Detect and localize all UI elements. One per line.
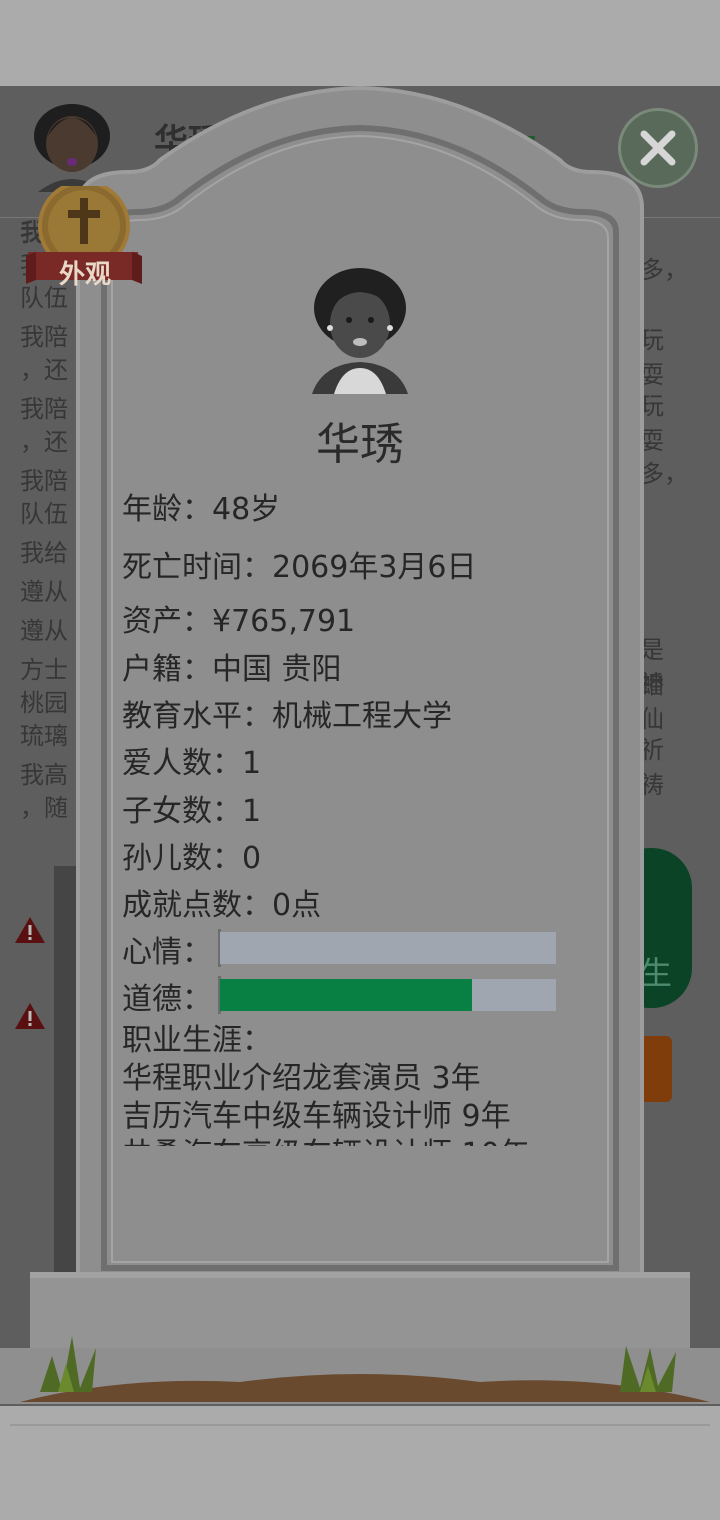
death-time-row: 死亡时间：2069年3月6日 bbox=[122, 550, 477, 585]
mood-bar bbox=[220, 932, 556, 964]
career-entry: 华程职业介绍龙套演员 3年 bbox=[122, 1061, 481, 1096]
career-section[interactable]: 职业生涯： 华程职业介绍龙套演员 3年 吉历汽车中级车辆设计师 9年 井桑汽车高… bbox=[122, 1022, 572, 1146]
education-row: 教育水平：机械工程大学 bbox=[122, 699, 452, 734]
morality-label: 道德： bbox=[122, 982, 212, 1017]
age-row: 年龄：48岁 bbox=[122, 492, 281, 527]
career-entry: 井桑汽车高级车辆设计师 10年 bbox=[122, 1136, 572, 1146]
hukou-row: 户籍：中国 贵阳 bbox=[122, 652, 342, 687]
children-row: 子女数：1 bbox=[122, 794, 262, 829]
appearance-badge-label[interactable]: 外观 bbox=[56, 254, 114, 291]
deceased-name: 华琇 bbox=[316, 419, 404, 470]
divider bbox=[10, 1424, 710, 1426]
morality-bar bbox=[220, 979, 556, 1011]
assets-row: 资产：¥765,791 bbox=[122, 604, 356, 639]
lovers-row: 爱人数：1 bbox=[122, 746, 262, 781]
close-icon bbox=[640, 130, 676, 166]
career-label: 职业生涯： bbox=[122, 1023, 272, 1058]
achievement-row: 成就点数：0点 bbox=[122, 888, 322, 923]
career-entry: 吉历汽车中级车辆设计师 9年 bbox=[122, 1099, 511, 1134]
grandchildren-row: 孙儿数：0 bbox=[122, 841, 262, 876]
mood-label: 心情： bbox=[122, 935, 212, 970]
close-button[interactable] bbox=[618, 108, 698, 188]
morality-bar-fill bbox=[220, 979, 472, 1011]
deceased-portrait bbox=[312, 268, 408, 394]
